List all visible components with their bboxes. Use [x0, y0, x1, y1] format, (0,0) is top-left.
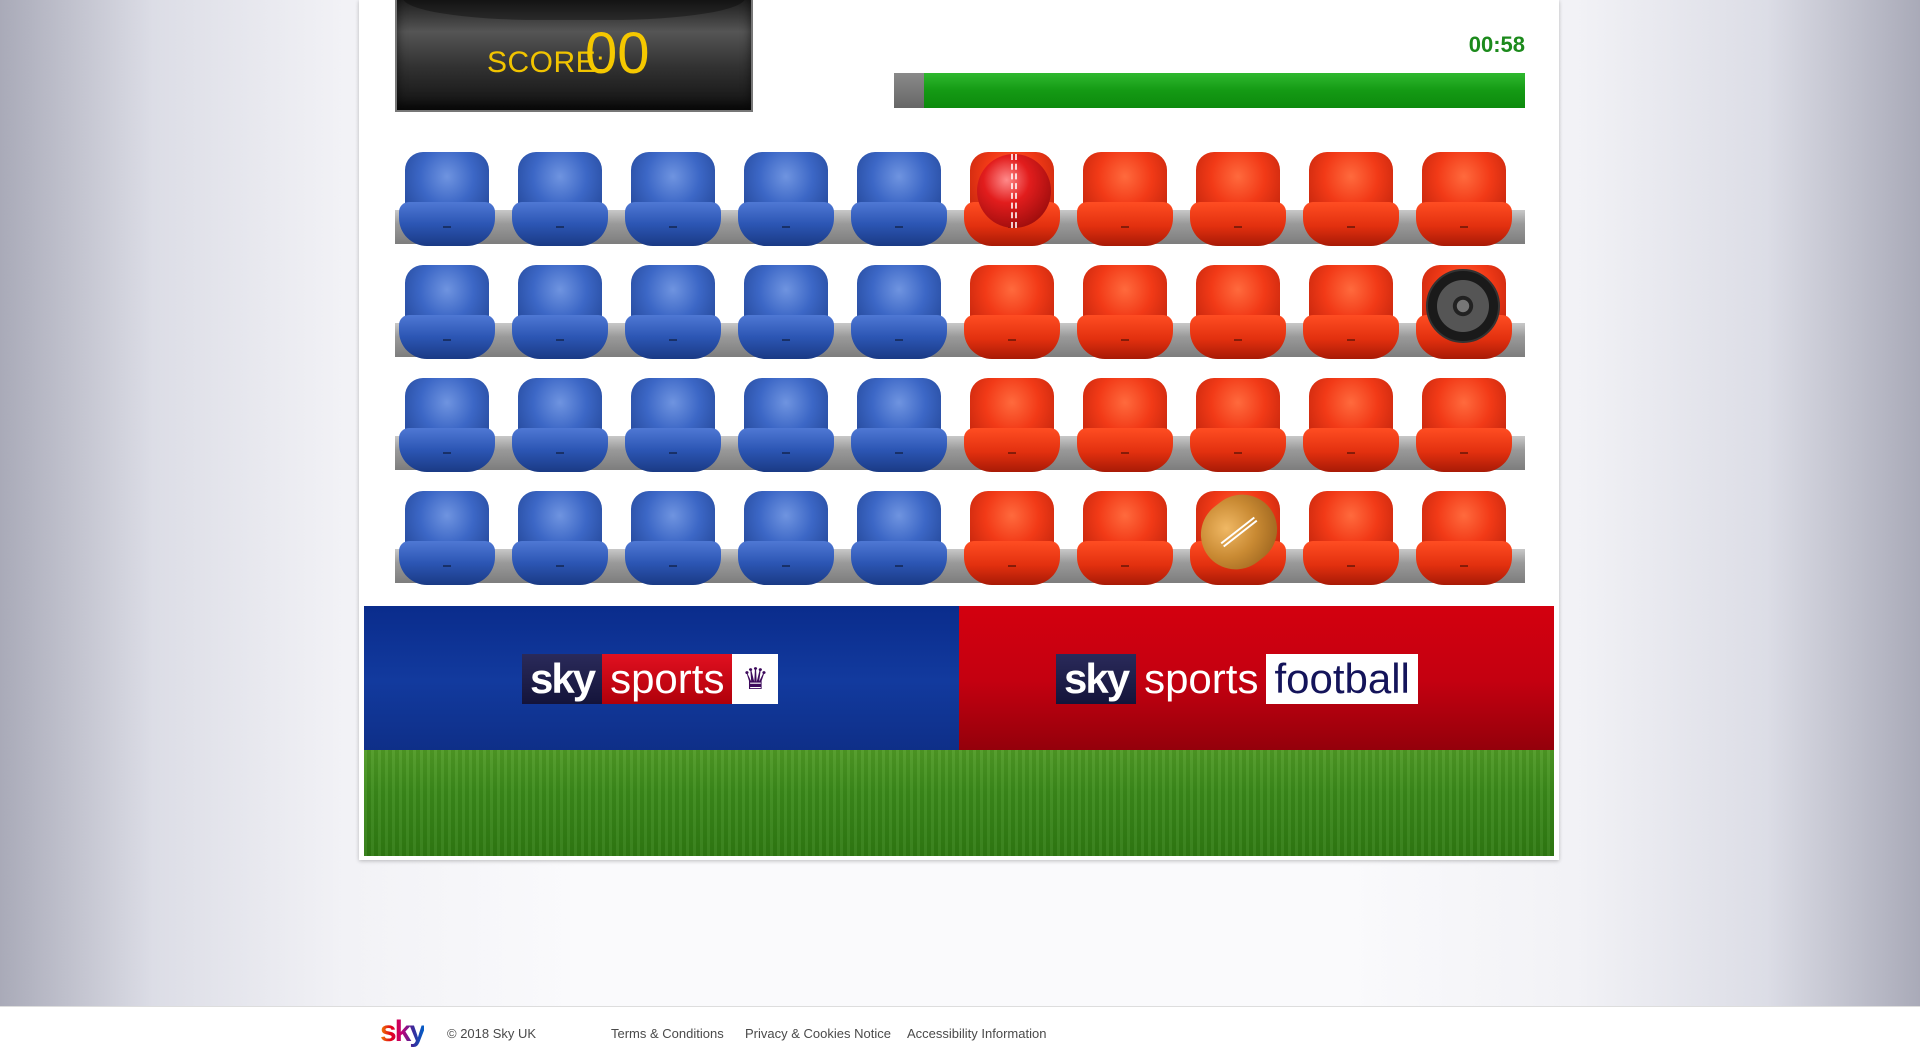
timer-text: 00:58	[1468, 32, 1525, 57]
blue-seat[interactable]	[397, 261, 497, 367]
blue-seat[interactable]	[623, 487, 723, 593]
red-seat[interactable]	[962, 374, 1062, 480]
red-seat[interactable]	[1188, 148, 1288, 254]
red-seat[interactable]	[1188, 374, 1288, 480]
red-seat[interactable]	[1414, 487, 1514, 593]
blue-seat[interactable]	[510, 487, 610, 593]
blue-seat[interactable]	[849, 374, 949, 480]
game-frame: SCORE: 00 00:58 sky sports ♛ sky sports …	[359, 0, 1559, 860]
sky-sports-football-banner: sky sports football	[959, 606, 1554, 756]
blue-seat[interactable]	[397, 148, 497, 254]
blue-seat[interactable]	[397, 374, 497, 480]
privacy-link[interactable]: Privacy & Cookies Notice	[745, 1026, 891, 1041]
sky-logo[interactable]: sky	[380, 1015, 426, 1049]
blue-seat[interactable]	[510, 148, 610, 254]
sky-sports-premier-league-banner: sky sports ♛	[364, 606, 959, 756]
blue-seat[interactable]	[736, 261, 836, 367]
copyright-text: © 2018 Sky UK	[447, 1026, 537, 1041]
red-seat[interactable]	[1186, 480, 1292, 593]
stadium-seats	[395, 148, 1525, 608]
red-seat[interactable]	[1414, 148, 1514, 254]
sky-sports-premier-league-logo: sky sports ♛	[522, 654, 779, 704]
grass-pitch	[364, 750, 1554, 856]
red-seat[interactable]	[962, 261, 1062, 367]
sky-wordmark: sky	[1056, 654, 1137, 704]
sports-wordmark: sports	[602, 654, 733, 704]
blue-seat[interactable]	[736, 487, 836, 593]
sky-sports-football-logo: sky sports football	[1056, 654, 1418, 704]
red-seat[interactable]	[1414, 374, 1514, 480]
red-seat[interactable]	[962, 487, 1062, 593]
blue-seat[interactable]	[736, 374, 836, 480]
red-seat[interactable]	[1188, 261, 1288, 367]
red-seat[interactable]	[1075, 487, 1175, 593]
red-seat[interactable]	[1301, 148, 1401, 254]
red-seat[interactable]	[1075, 148, 1175, 254]
score-panel: SCORE: 00	[395, 0, 753, 112]
footer: sky © 2018 Sky UK Terms & Conditions Pri…	[0, 1006, 1920, 1059]
red-seat[interactable]	[1301, 487, 1401, 593]
timer-bar-fill	[923, 73, 1525, 108]
blue-seat[interactable]	[510, 261, 610, 367]
red-seat[interactable]	[1301, 261, 1401, 367]
sky-wordmark: sky	[522, 654, 603, 704]
blue-seat[interactable]	[736, 148, 836, 254]
red-seat[interactable]	[1301, 374, 1401, 480]
red-seat[interactable]	[1075, 374, 1175, 480]
football-wordmark: football	[1266, 654, 1418, 704]
accessibility-link[interactable]: Accessibility Information	[907, 1026, 1046, 1041]
terms-link[interactable]: Terms & Conditions	[611, 1026, 724, 1041]
blue-seat[interactable]	[849, 148, 949, 254]
blue-seat[interactable]	[623, 261, 723, 367]
red-seat[interactable]	[962, 148, 1062, 254]
red-seat[interactable]	[1075, 261, 1175, 367]
score-value: 00	[585, 21, 650, 86]
blue-seat[interactable]	[510, 374, 610, 480]
timer-bar	[894, 73, 1525, 108]
blue-seat[interactable]	[849, 487, 949, 593]
blue-seat[interactable]	[623, 148, 723, 254]
blue-seat[interactable]	[849, 261, 949, 367]
blue-seat[interactable]	[623, 374, 723, 480]
red-seat[interactable]	[1414, 261, 1514, 367]
sports-wordmark: sports	[1144, 655, 1259, 702]
blue-seat[interactable]	[397, 487, 497, 593]
premier-league-lion-icon: ♛	[732, 654, 779, 704]
